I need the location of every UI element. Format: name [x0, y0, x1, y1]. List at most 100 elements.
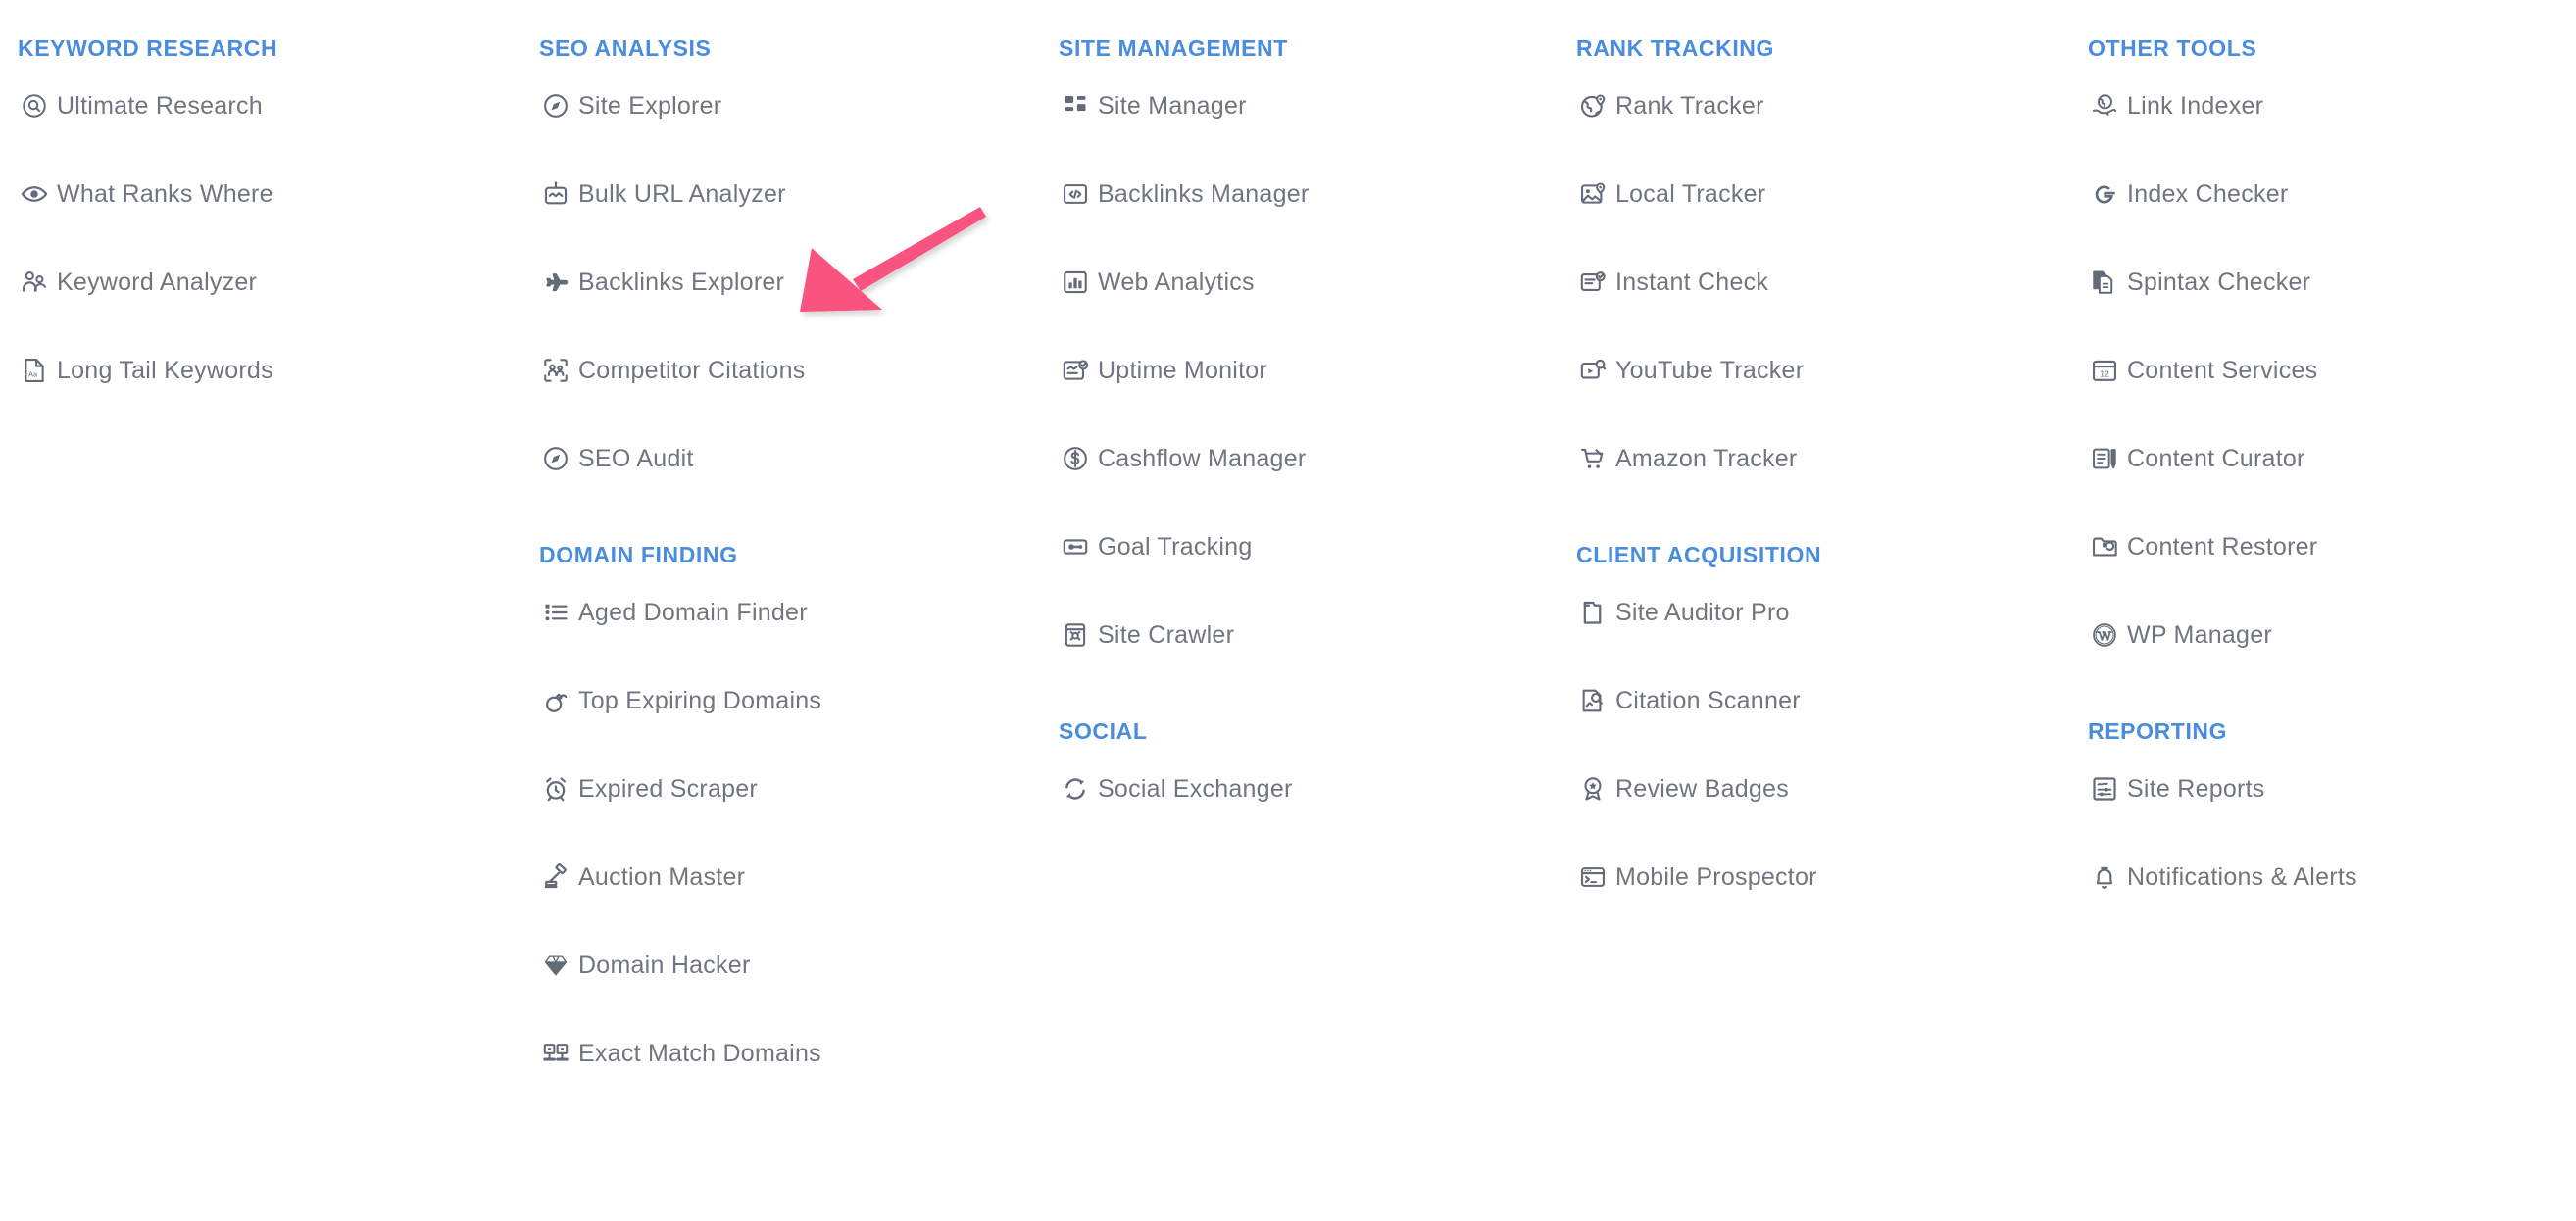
- compass-icon: [539, 442, 572, 475]
- menu-item-cashflow-manager[interactable]: Cashflow Manager: [1059, 432, 1559, 485]
- menu-item-notifications-alerts[interactable]: Notifications & Alerts: [2088, 851, 2576, 904]
- menu-item-long-tail-keywords[interactable]: Aa Long Tail Keywords: [18, 344, 520, 397]
- menu-item-keyword-analyzer[interactable]: Keyword Analyzer: [18, 256, 520, 309]
- menu-item-label: Index Checker: [2127, 179, 2289, 208]
- group-title-client-acquisition: CLIENT ACQUISITION: [1576, 542, 1822, 567]
- menu-item-link-indexer[interactable]: Link Indexer: [2088, 79, 2576, 132]
- menu-item-site-explorer[interactable]: Site Explorer: [539, 79, 1039, 132]
- group-title-seo-analysis: SEO ANALYSIS: [539, 35, 712, 61]
- menu-item-label: Site Explorer: [578, 91, 722, 120]
- compass-icon: [539, 89, 572, 122]
- menu-item-label: Local Tracker: [1615, 179, 1766, 208]
- menu-item-label: WP Manager: [2127, 620, 2272, 649]
- menu-item-site-manager[interactable]: Site Manager: [1059, 79, 1559, 132]
- mega-menu-grid: KEYWORD RESEARCH Ultimate Research What …: [0, 0, 2576, 1221]
- menu-item-auction-master[interactable]: Auction Master: [539, 851, 1039, 904]
- menu-item-bulk-url-analyzer[interactable]: Bulk URL Analyzer: [539, 168, 1039, 220]
- diamond-icon: [539, 949, 572, 982]
- bomb-icon: [539, 684, 572, 717]
- terminal-window-icon: [1576, 860, 1610, 894]
- clipboard-icon: [1576, 596, 1610, 629]
- menu-item-label: Instant Check: [1615, 268, 1769, 296]
- menu-item-competitor-citations[interactable]: Competitor Citations: [539, 344, 1039, 397]
- robot-icon: [539, 177, 572, 211]
- menu-item-aged-domain-finder[interactable]: Aged Domain Finder: [539, 586, 1039, 639]
- menu-item-index-checker[interactable]: Index Checker: [2088, 168, 2576, 220]
- menu-item-youtube-tracker[interactable]: YouTube Tracker: [1576, 344, 2068, 397]
- svg-text:Aa: Aa: [28, 370, 38, 379]
- menu-item-label: Goal Tracking: [1098, 532, 1253, 561]
- card-check-icon: [1576, 266, 1610, 299]
- menu-item-content-curator[interactable]: Content Curator: [2088, 432, 2576, 485]
- menu-item-domain-hacker[interactable]: Domain Hacker: [539, 939, 1039, 992]
- menu-item-label: Mobile Prospector: [1615, 862, 1817, 891]
- menu-item-backlinks-explorer[interactable]: Backlinks Explorer: [539, 256, 1039, 309]
- menu-item-ultimate-research[interactable]: Ultimate Research: [18, 79, 520, 132]
- report-sliders-icon: [2088, 772, 2121, 806]
- menu-column-site-management: SITE MANAGEMENT Site Manager Backlinks M…: [1039, 0, 1559, 1080]
- menu-item-label: Link Indexer: [2127, 91, 2264, 120]
- grid-squares-icon: [1059, 89, 1092, 122]
- menu-item-local-tracker[interactable]: Local Tracker: [1576, 168, 2068, 220]
- menu-item-label: Backlinks Explorer: [578, 268, 785, 296]
- users-icon: [18, 266, 51, 299]
- menu-item-social-exchanger[interactable]: Social Exchanger: [1059, 762, 1559, 815]
- menu-item-label: Top Expiring Domains: [578, 686, 822, 714]
- menu-group-other-tools: OTHER TOOLS Link Indexer Index Checker S…: [2088, 37, 2576, 661]
- menu-item-spintax-checker[interactable]: Spintax Checker: [2088, 256, 2576, 309]
- menu-item-label: Notifications & Alerts: [2127, 862, 2357, 891]
- menu-column-rank-tracking: RANK TRACKING Rank Tracker Local Tracker…: [1559, 0, 2068, 1080]
- menu-column-seo-analysis: SEO ANALYSIS Site Explorer Bulk URL Anal…: [520, 0, 1039, 1080]
- menu-item-rank-tracker[interactable]: Rank Tracker: [1576, 79, 2068, 132]
- menu-item-content-services[interactable]: 12 Content Services: [2088, 344, 2576, 397]
- menu-item-backlinks-manager[interactable]: Backlinks Manager: [1059, 168, 1559, 220]
- group-title-domain-finding: DOMAIN FINDING: [539, 542, 738, 567]
- video-search-icon: [1576, 354, 1610, 387]
- alarm-clock-icon: [539, 772, 572, 806]
- server-rack-icon: [539, 1037, 572, 1070]
- copy-documents-icon: [2088, 266, 2121, 299]
- menu-item-label: Rank Tracker: [1615, 91, 1764, 120]
- menu-item-label: Keyword Analyzer: [57, 268, 258, 296]
- menu-item-label: Long Tail Keywords: [57, 356, 273, 384]
- menu-item-label: Bulk URL Analyzer: [578, 179, 786, 208]
- menu-item-label: Cashflow Manager: [1098, 444, 1307, 472]
- menu-item-site-reports[interactable]: Site Reports: [2088, 762, 2576, 815]
- eye-icon: [18, 177, 51, 211]
- menu-item-top-expiring-domains[interactable]: Top Expiring Domains: [539, 674, 1039, 727]
- menu-item-uptime-monitor[interactable]: Uptime Monitor: [1059, 344, 1559, 397]
- menu-item-expired-scraper[interactable]: Expired Scraper: [539, 762, 1039, 815]
- menu-item-content-restorer[interactable]: Content Restorer: [2088, 520, 2576, 573]
- menu-item-exact-match-domains[interactable]: Exact Match Domains: [539, 1027, 1039, 1080]
- menu-item-label: Domain Hacker: [578, 951, 751, 979]
- menu-item-instant-check[interactable]: Instant Check: [1576, 256, 2068, 309]
- menu-item-citation-scanner[interactable]: Citation Scanner: [1576, 674, 2068, 727]
- menu-item-site-crawler[interactable]: Site Crawler: [1059, 609, 1559, 661]
- menu-item-seo-audit[interactable]: SEO Audit: [539, 432, 1039, 485]
- award-ribbon-icon: [1576, 772, 1610, 806]
- menu-item-site-auditor-pro[interactable]: Site Auditor Pro: [1576, 586, 2068, 639]
- dollar-circle-icon: [1059, 442, 1092, 475]
- menu-item-review-badges[interactable]: Review Badges: [1576, 762, 2068, 815]
- menu-item-label: Site Auditor Pro: [1615, 598, 1790, 626]
- gavel-icon: [539, 860, 572, 894]
- menu-column-keyword-research: KEYWORD RESEARCH Ultimate Research What …: [0, 0, 520, 1080]
- menu-item-label: Review Badges: [1615, 774, 1789, 803]
- map-pin-icon: [1576, 177, 1610, 211]
- menu-item-mobile-prospector[interactable]: Mobile Prospector: [1576, 851, 2068, 904]
- menu-item-label: Content Services: [2127, 356, 2318, 384]
- airplane-icon: [539, 266, 572, 299]
- menu-item-amazon-tracker[interactable]: Amazon Tracker: [1576, 432, 2068, 485]
- menu-item-label: YouTube Tracker: [1615, 356, 1805, 384]
- menu-item-web-analytics[interactable]: Web Analytics: [1059, 256, 1559, 309]
- group-title-reporting: REPORTING: [2088, 718, 2228, 744]
- wordpress-icon: [2088, 618, 2121, 652]
- bell-icon: [2088, 860, 2121, 894]
- menu-item-label: Expired Scraper: [578, 774, 758, 803]
- code-window-icon: [1059, 177, 1092, 211]
- menu-item-goal-tracking[interactable]: Goal Tracking: [1059, 520, 1559, 573]
- menu-item-label: Auction Master: [578, 862, 746, 891]
- menu-item-what-ranks-where[interactable]: What Ranks Where: [18, 168, 520, 220]
- menu-group-site-management: SITE MANAGEMENT Site Manager Backlinks M…: [1059, 37, 1559, 661]
- menu-item-wp-manager[interactable]: WP Manager: [2088, 609, 2576, 661]
